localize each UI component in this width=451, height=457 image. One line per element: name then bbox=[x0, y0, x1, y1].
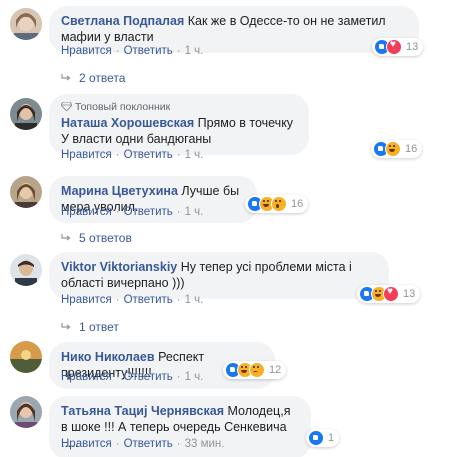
reaction-count: 12 bbox=[269, 364, 282, 376]
avatar[interactable] bbox=[10, 396, 42, 428]
view-replies-link[interactable]: 5 ответов bbox=[61, 231, 132, 245]
comment-actions: Нравится · Ответить · 1 ч. bbox=[61, 45, 203, 57]
comment-bubble: Топовый поклонник Наташа Хорошевская Пря… bbox=[49, 94, 309, 155]
separator: · bbox=[115, 45, 120, 57]
reaction-count: 16 bbox=[291, 198, 304, 210]
like-link[interactable]: Нравится bbox=[61, 438, 112, 450]
comment-time[interactable]: 1 ч. bbox=[185, 45, 204, 57]
love-reaction-icon bbox=[386, 39, 402, 55]
separator: · bbox=[115, 371, 120, 383]
badge-label: Топовый поклонник bbox=[75, 101, 171, 113]
comment-time[interactable]: 1 ч. bbox=[185, 371, 204, 383]
reply-link[interactable]: Ответить bbox=[124, 45, 173, 57]
like-reaction-icon bbox=[308, 430, 324, 446]
comment-bubble: Viktor Viktorianskiy Ну тепер усі пробле… bbox=[49, 252, 389, 299]
comment-time[interactable]: 1 ч. bbox=[185, 294, 204, 306]
avatar[interactable] bbox=[10, 341, 42, 373]
haha-reaction-icon bbox=[385, 141, 401, 157]
reply-link[interactable]: Ответить bbox=[124, 438, 173, 450]
replies-count: 1 ответ bbox=[79, 320, 119, 334]
comment-author[interactable]: Viktor Viktorianskiy bbox=[61, 260, 177, 274]
comment-author[interactable]: Нико Николаев bbox=[61, 350, 155, 364]
like-link[interactable]: Нравится bbox=[61, 45, 112, 57]
separator: · bbox=[176, 371, 181, 383]
reaction-summary[interactable]: 16 bbox=[245, 195, 309, 213]
reaction-summary[interactable]: 1 bbox=[306, 429, 340, 447]
avatar-photo-icon bbox=[10, 176, 42, 208]
comment-actions: Нравится · Ответить · 1 ч. bbox=[61, 294, 203, 306]
avatar[interactable] bbox=[10, 98, 42, 130]
separator: · bbox=[176, 45, 181, 57]
reaction-count: 1 bbox=[328, 432, 335, 444]
wow-reaction-icon bbox=[271, 196, 287, 212]
reply-link[interactable]: Ответить bbox=[124, 294, 173, 306]
reaction-summary[interactable]: 13 bbox=[372, 38, 424, 56]
comment-author[interactable]: Татьяна Тациј Чернявская bbox=[61, 404, 224, 418]
like-link[interactable]: Нравится bbox=[61, 294, 112, 306]
like-link[interactable]: Нравится bbox=[61, 371, 112, 383]
comment-author[interactable]: Наташа Хорошевская bbox=[61, 116, 194, 130]
sad-reaction-icon bbox=[249, 362, 265, 378]
separator: · bbox=[115, 149, 120, 161]
reply-link[interactable]: Ответить bbox=[124, 206, 173, 218]
reply-link[interactable]: Ответить bbox=[124, 371, 173, 383]
avatar[interactable] bbox=[10, 8, 42, 40]
like-link[interactable]: Нравится bbox=[61, 206, 112, 218]
reply-arrow-icon bbox=[61, 234, 71, 241]
reaction-summary[interactable]: 13 bbox=[357, 285, 421, 303]
reply-arrow-icon bbox=[61, 74, 71, 81]
top-fan-badge: Топовый поклонник bbox=[61, 101, 297, 114]
comments-section: Светлана Подпалая Как же в Одессе-то он … bbox=[0, 0, 451, 457]
separator: · bbox=[115, 294, 120, 306]
reaction-count: 13 bbox=[406, 41, 419, 53]
like-link[interactable]: Нравится bbox=[61, 149, 112, 161]
comment-actions: Нравится · Ответить · 1 ч. bbox=[61, 206, 203, 218]
avatar-photo-icon bbox=[10, 254, 42, 286]
reaction-count: 16 bbox=[405, 143, 418, 155]
reaction-count: 13 bbox=[403, 288, 416, 300]
separator: · bbox=[176, 438, 181, 450]
diamond-icon bbox=[61, 102, 72, 111]
separator: · bbox=[115, 206, 120, 218]
comment-author[interactable]: Светлана Подпалая bbox=[61, 14, 184, 28]
separator: · bbox=[176, 149, 181, 161]
comment-time[interactable]: 1 ч. bbox=[185, 206, 204, 218]
view-replies-link[interactable]: 2 ответа bbox=[61, 71, 125, 85]
avatar[interactable] bbox=[10, 254, 42, 286]
view-replies-link[interactable]: 1 ответ bbox=[61, 320, 119, 334]
avatar-photo-icon bbox=[10, 98, 42, 130]
separator: · bbox=[176, 206, 181, 218]
reply-arrow-icon bbox=[61, 323, 71, 330]
replies-count: 2 ответа bbox=[79, 71, 126, 85]
replies-count: 5 ответов bbox=[79, 231, 132, 245]
love-reaction-icon bbox=[383, 286, 399, 302]
comment-time[interactable]: 33 мин. bbox=[185, 438, 225, 450]
avatar-photo-icon bbox=[10, 396, 42, 428]
comment-actions: Нравится · Ответить · 1 ч. bbox=[61, 371, 203, 383]
reaction-summary[interactable]: 12 bbox=[223, 361, 287, 379]
separator: · bbox=[176, 294, 181, 306]
avatar-photo-icon bbox=[10, 8, 42, 40]
comment-time[interactable]: 1 ч. bbox=[185, 149, 204, 161]
comment-actions: Нравится · Ответить · 33 мин. bbox=[61, 438, 224, 450]
reply-link[interactable]: Ответить bbox=[124, 149, 173, 161]
comment-author[interactable]: Марина Цветухина bbox=[61, 184, 178, 198]
avatar-photo-icon bbox=[10, 341, 42, 373]
reaction-summary[interactable]: 16 bbox=[371, 140, 423, 158]
comment-actions: Нравится · Ответить · 1 ч. bbox=[61, 149, 203, 161]
avatar[interactable] bbox=[10, 176, 42, 208]
separator: · bbox=[115, 438, 120, 450]
